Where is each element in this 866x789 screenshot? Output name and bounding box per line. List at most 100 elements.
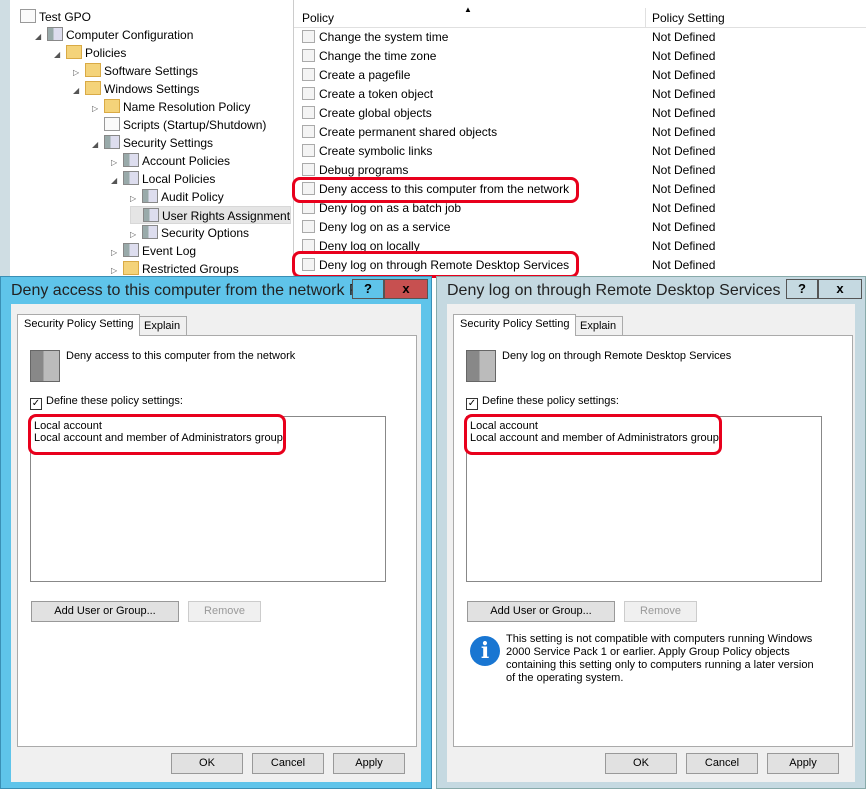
policy-server-icon [466,350,496,382]
highlight-deny-network [292,177,579,203]
tree-node-label: Restricted Groups [142,262,239,276]
policy-setting: Not Defined [652,125,716,139]
checkmark-icon: ✓ [466,398,478,410]
policy-setting: Not Defined [652,163,716,177]
tree-node[interactable]: ◢ Security Settings [92,134,213,152]
policy-setting: Not Defined [652,220,716,234]
tree-node[interactable]: ◢ Local Policies [111,170,215,188]
folder-icon [85,63,101,77]
tree-node-label: Test GPO [39,10,92,24]
policy-setting: Not Defined [652,49,716,63]
policy-icon [302,125,315,138]
apply-button[interactable]: Apply [333,753,405,774]
collapse-arrow-icon[interactable]: ◢ [92,136,104,154]
tab-explain[interactable]: Explain [573,316,624,336]
define-policy-checkbox[interactable]: ✓ Define these policy settings: [30,395,183,410]
tree-node[interactable]: ▷ Security Options [130,224,249,242]
tree-node-label: Account Policies [142,154,231,168]
highlight-deny-rds [292,251,579,278]
add-user-or-group-button[interactable]: Add User or Group... [31,601,179,622]
tab-security-policy-setting[interactable]: Security Policy Setting [453,314,577,336]
tree-node-label: Audit Policy [161,190,224,204]
remove-button[interactable]: Remove [624,601,697,622]
policy-icon [302,163,315,176]
policy-name: Create a token object [319,87,434,101]
close-button[interactable]: x [384,279,428,299]
server-icon [123,171,139,185]
policy-name: Create permanent shared objects [319,125,498,139]
server-icon [142,189,158,203]
folder-icon [66,45,82,59]
collapse-arrow-icon[interactable]: ◢ [73,82,85,100]
tree-node[interactable]: ▷ Software Settings [73,62,198,80]
help-button[interactable]: ? [786,279,818,299]
tree-node[interactable]: Test GPO [8,8,91,26]
cancel-button[interactable]: Cancel [252,753,324,774]
tree-node[interactable]: ◢ Policies [54,44,126,62]
policy-row[interactable]: Change the system time Not Defined [294,28,866,47]
add-user-or-group-button[interactable]: Add User or Group... [467,601,615,622]
policy-name: Create a pagefile [319,68,411,82]
apply-button[interactable]: Apply [767,753,839,774]
tree-node-label: Local Policies [142,172,216,186]
tab-panel: Deny access to this computer from the ne… [17,335,417,747]
policy-row[interactable]: Create a token object Not Defined [294,85,866,104]
tree-node[interactable]: ◢ Windows Settings [73,80,199,98]
tree-node[interactable]: User Rights Assignment [130,206,292,224]
tree-node-label: Scripts (Startup/Shutdown) [123,118,267,132]
remove-button[interactable]: Remove [188,601,261,622]
policy-name: Change the time zone [319,49,437,63]
policy-setting: Not Defined [652,30,716,44]
policy-row[interactable]: Change the time zone Not Defined [294,47,866,66]
checkbox-label: Define these policy settings: [482,395,619,407]
gpo-scroll-icon [20,9,36,23]
policy-icon [302,144,315,157]
tree-node[interactable]: Scripts (Startup/Shutdown) [92,116,266,134]
policy-name: Create symbolic links [319,144,433,158]
tree-node[interactable]: ▷ Event Log [111,242,196,260]
server-icon [143,208,159,222]
help-button[interactable]: ? [352,279,384,299]
tree-node[interactable]: ▷ Name Resolution Policy [92,98,250,116]
info-icon: i [470,636,500,666]
policy-row[interactable]: Create symbolic links Not Defined [294,142,866,161]
close-button[interactable]: x [818,279,862,299]
server-icon [142,225,158,239]
dialog-body: Security Policy Setting Explain Deny acc… [11,304,421,782]
ok-button[interactable]: OK [605,753,677,774]
tab-panel: Deny log on through Remote Desktop Servi… [453,335,853,747]
policy-row[interactable]: Deny log on as a service Not Defined [294,218,866,237]
dialog-title: Deny access to this computer from the ne… [11,282,378,299]
ok-button[interactable]: OK [171,753,243,774]
deny-rds-properties-dialog: Deny log on through Remote Desktop Servi… [436,276,866,789]
folder-icon [85,81,101,95]
tree-node-label: Policies [85,46,127,60]
column-header-policy-setting[interactable]: Policy Setting [652,11,725,25]
console-tree: Test GPO ◢ Computer Configuration ◢ Policies… [0,0,292,280]
collapse-arrow-icon[interactable]: ◢ [54,46,66,64]
sort-ascending-icon: ▲ [464,5,472,14]
deny-network-properties-dialog: Deny access to this computer from the ne… [0,276,432,789]
tree-node-label: Security Settings [123,136,214,150]
collapse-arrow-icon[interactable]: ◢ [35,28,47,46]
policy-row[interactable]: Create global objects Not Defined [294,104,866,123]
policy-list: Policy ▲ Policy Setting Change the syste… [293,0,866,280]
tab-explain[interactable]: Explain [137,316,188,336]
policy-name: Deny log on as a batch job [319,201,462,215]
cancel-button[interactable]: Cancel [686,753,758,774]
tree-node[interactable]: ▷ Account Policies [111,152,230,170]
policy-icon [302,68,315,81]
tree-node[interactable]: ◢ Computer Configuration [35,26,193,44]
list-header: Policy ▲ Policy Setting [294,5,866,28]
security-server-icon [104,135,120,149]
column-header-policy[interactable]: Policy [302,11,334,25]
tree-node[interactable]: ▷ Audit Policy [130,188,224,206]
policy-name: Debug programs [319,163,409,177]
tab-security-policy-setting[interactable]: Security Policy Setting [17,314,141,336]
policy-row[interactable]: Create a pagefile Not Defined [294,66,866,85]
collapse-arrow-icon[interactable]: ◢ [111,172,123,190]
policy-server-icon [30,350,60,382]
policy-row[interactable]: Create permanent shared objects Not Defin… [294,123,866,142]
policy-setting: Not Defined [652,258,716,272]
define-policy-checkbox[interactable]: ✓ Define these policy settings: [466,395,619,410]
